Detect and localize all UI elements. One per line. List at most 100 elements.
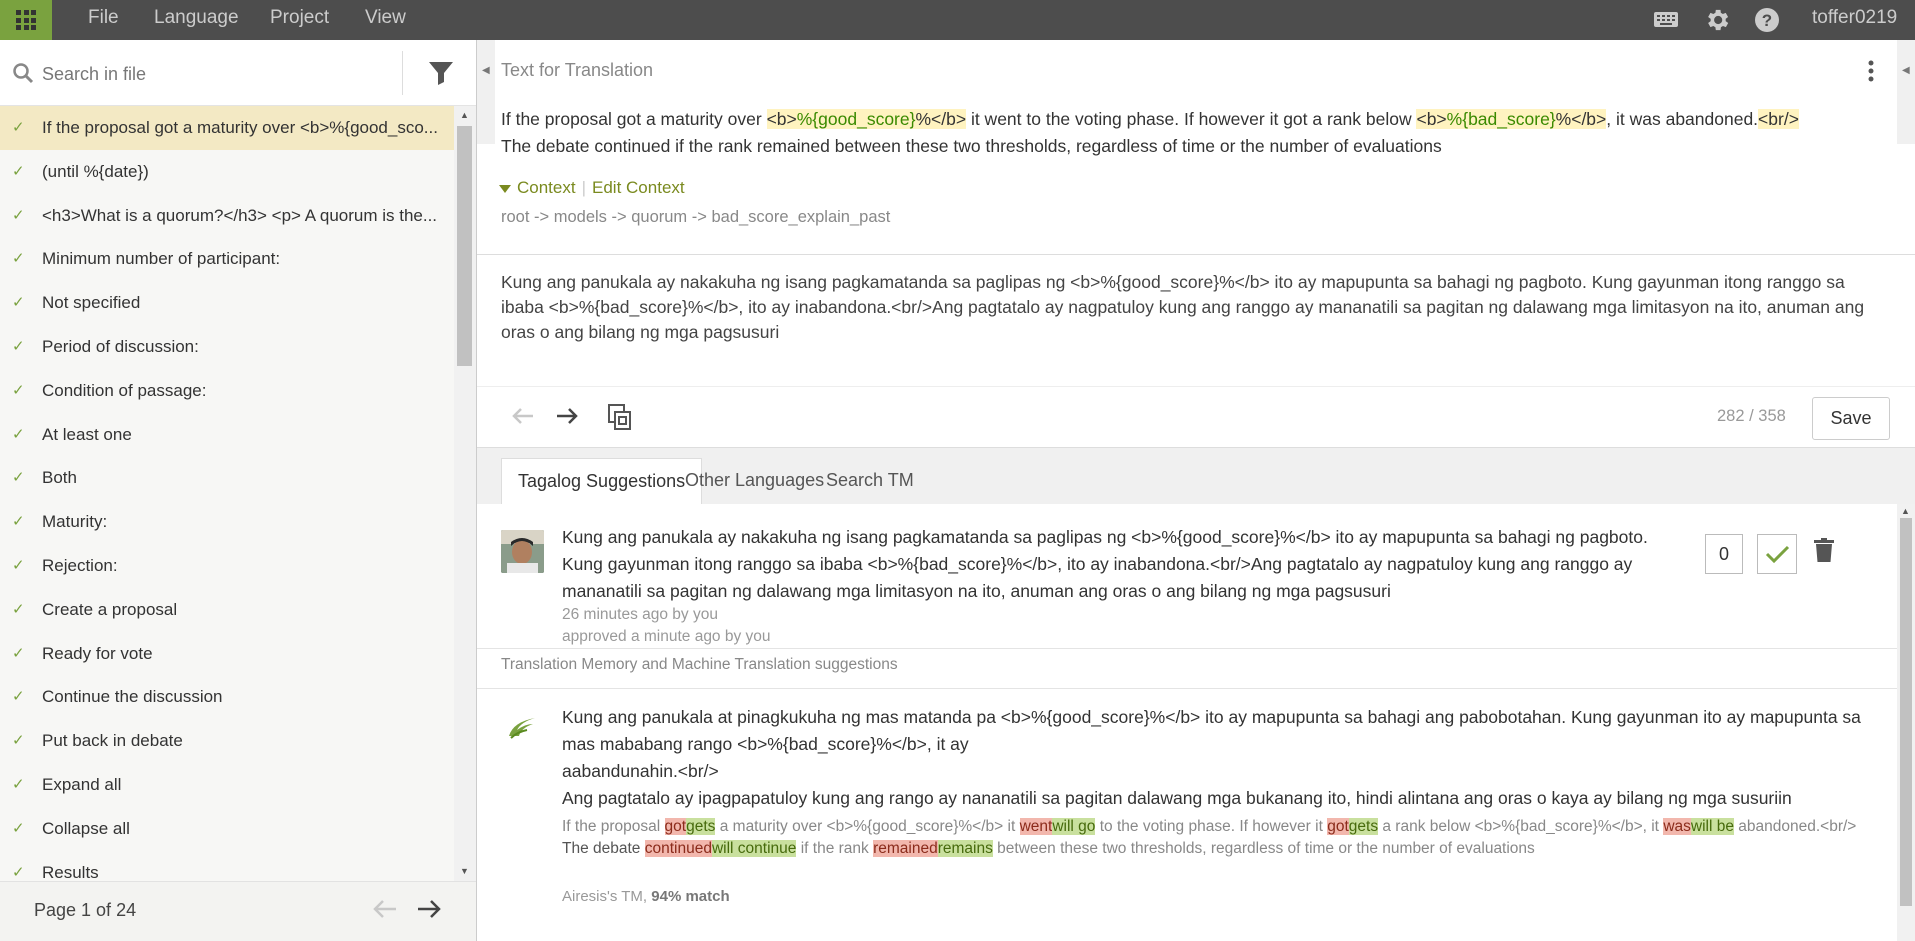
top-bar: File Language Project View ? toffer0219 [0, 0, 1915, 40]
suggestion-text[interactable]: Kung ang panukala ay nakakuha ng isang p… [562, 524, 1682, 605]
check-icon: ✓ [12, 119, 25, 136]
entity-item[interactable]: ✓ Period of discussion: [0, 325, 454, 369]
sidebar-scrollbar[interactable]: ▲ ▼ [454, 106, 476, 881]
avatar [501, 530, 544, 573]
collapse-left-handle[interactable]: ◀ [477, 40, 495, 144]
entity-item[interactable]: ✓ Collapse all [0, 807, 454, 851]
check-icon: ✓ [12, 688, 25, 706]
check-icon: ✓ [12, 381, 25, 399]
trash-icon[interactable] [1814, 538, 1834, 567]
entity-item[interactable]: ✓ Maturity: [0, 500, 454, 544]
source-text: If the proposal got a maturity over <b>%… [501, 109, 1799, 156]
check-icon: ✓ [12, 162, 25, 180]
context-toggle[interactable]: Context [499, 178, 576, 197]
suggestions-panel: Kung ang panukala ay nakakuha ng isang p… [477, 504, 1897, 941]
check-icon: ✓ [12, 732, 25, 750]
entity-item[interactable]: ✓ Rejection: [0, 544, 454, 588]
filter-icon[interactable] [428, 60, 454, 91]
scroll-up-icon[interactable]: ▲ [460, 110, 469, 120]
check-icon: ✓ [12, 337, 25, 355]
sidebar: ✓If the proposal got a maturity over <b>… [0, 40, 476, 941]
source-heading: Text for Translation [501, 60, 654, 80]
scroll-thumb[interactable] [457, 126, 472, 366]
copy-source-icon[interactable] [607, 403, 633, 436]
check-icon: ✓ [12, 513, 25, 531]
tm-suggestion-text[interactable]: Kung ang panukala at pinagkukuha ng mas … [562, 704, 1862, 812]
keyboard-icon[interactable] [1653, 9, 1679, 34]
check-icon: ✓ [12, 775, 25, 793]
search-icon [12, 62, 34, 89]
help-icon[interactable]: ? [1753, 6, 1781, 39]
entity-item[interactable]: ✓ Expand all [0, 763, 454, 807]
check-icon: ✓ [12, 250, 25, 268]
menu-project[interactable]: Project [270, 0, 329, 40]
entity-item[interactable]: ✓ Put back in debate [0, 719, 454, 763]
suggestion-tabs: Tagalog Suggestions Other Languages Sear… [477, 448, 1915, 504]
placeholder-tag: <br/> [1758, 109, 1799, 129]
resource-path: root -> models -> quorum -> bad_score_ex… [501, 208, 891, 226]
username[interactable]: toffer0219 [1812, 0, 1897, 36]
tab-search-tm[interactable]: Search TM [810, 458, 930, 504]
entity-item[interactable]: ✓ Both [0, 456, 454, 500]
suggestion-approval: approved a minute ago by you [562, 628, 771, 645]
scroll-down-icon[interactable]: ▼ [460, 866, 469, 876]
previous-string-arrow-icon[interactable] [511, 405, 535, 432]
string-counter: 282 / 358 [1717, 407, 1786, 425]
check-icon: ✓ [12, 863, 25, 881]
check-icon: ✓ [12, 600, 25, 618]
grid-icon [16, 10, 36, 30]
entity-item[interactable]: ✓ Ready for vote [0, 632, 454, 676]
machine-translation-icon [507, 716, 537, 745]
scroll-up-icon[interactable]: ▲ [1901, 506, 1910, 516]
tm-match-info: Airesis's TM, 94% match [562, 888, 730, 905]
more-options-icon[interactable] [1865, 58, 1877, 89]
check-icon: ✓ [12, 819, 25, 837]
divider [477, 648, 1897, 649]
entity-item[interactable]: ✓ (until %{date}) [0, 150, 454, 194]
gear-icon[interactable] [1703, 6, 1731, 39]
check-icon: ✓ [12, 469, 25, 487]
app-grid-button[interactable] [0, 0, 52, 40]
suggestions-scrollbar[interactable]: ▲ [1897, 504, 1915, 941]
placeholder-tag: <b>%{good_score}%</b> [766, 109, 967, 129]
next-string-arrow-icon[interactable] [555, 405, 579, 432]
entity-item[interactable]: ✓ Minimum number of participant: [0, 237, 454, 281]
prev-page-arrow-icon[interactable] [372, 898, 398, 925]
filter-divider [402, 51, 403, 95]
collapse-right-handle[interactable]: ◀ [1897, 40, 1915, 144]
check-icon: ✓ [12, 425, 25, 443]
check-icon: ✓ [12, 206, 25, 224]
editor: ◀ ◀ Text for Translation If the proposal… [477, 40, 1915, 941]
menu-language[interactable]: Language [154, 0, 239, 40]
menu-view[interactable]: View [365, 0, 406, 40]
entity-item[interactable]: ✓ Condition of passage: [0, 369, 454, 413]
vote-count[interactable]: 0 [1705, 534, 1743, 574]
entity-item[interactable]: ✓ Create a proposal [0, 588, 454, 632]
caret-left-icon: ◀ [482, 65, 490, 76]
next-page-arrow-icon[interactable] [416, 898, 442, 925]
context-row: Context | Edit Context [499, 178, 685, 198]
scroll-thumb[interactable] [1900, 518, 1912, 906]
entity-item[interactable]: ✓ Not specified [0, 281, 454, 325]
tm-source-diff: If the proposal gotgets a maturity over … [562, 818, 1857, 857]
edit-context-link[interactable]: Edit Context [592, 178, 685, 197]
menu-file[interactable]: File [88, 0, 119, 40]
entity-item[interactable]: ✓ If the proposal got a maturity over <b>… [0, 106, 454, 150]
check-icon: ✓ [12, 644, 25, 662]
search-input[interactable] [42, 54, 392, 94]
caret-left-icon: ◀ [1902, 65, 1910, 76]
entity-item[interactable]: ✓ Results [0, 851, 454, 881]
approve-button[interactable] [1757, 534, 1797, 574]
entity-item[interactable]: ✓ Continue the discussion [0, 675, 454, 719]
search-row [0, 40, 476, 106]
entity-item[interactable]: ✓ At least one [0, 413, 454, 457]
placeholder-tag: <b>%{bad_score}%</b> [1416, 109, 1607, 129]
check-icon: ✓ [12, 294, 25, 312]
entity-item[interactable]: ✓ <h3>What is a quorum?</h3> <p> A quorum… [0, 194, 454, 238]
save-button[interactable]: Save [1812, 397, 1890, 440]
translation-editor[interactable]: Kung ang panukala ay nakakuha ng isang p… [501, 270, 1891, 345]
entity-list: ✓ If the proposal got a maturity over <b>… [0, 106, 454, 881]
tm-section-heading: Translation Memory and Machine Translati… [501, 656, 898, 673]
caret-down-icon [499, 184, 511, 193]
checkmark-icon [1765, 545, 1790, 564]
